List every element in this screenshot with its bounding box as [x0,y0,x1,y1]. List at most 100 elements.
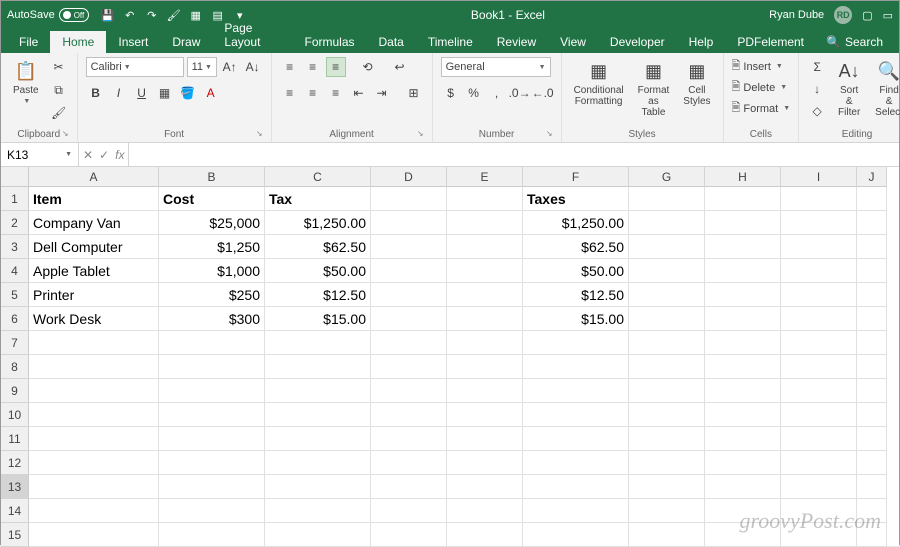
col-header[interactable]: C [265,167,371,187]
cell[interactable] [265,403,371,427]
cell[interactable] [447,475,523,499]
cell[interactable] [629,283,705,307]
cell[interactable] [447,355,523,379]
row-header[interactable]: 10 [1,403,29,427]
cell[interactable] [159,379,265,403]
cell[interactable] [447,211,523,235]
cell[interactable] [705,259,781,283]
fill-color-button[interactable]: 🪣 [178,83,198,103]
decrease-indent-button[interactable]: ⇤ [349,83,369,103]
cell[interactable] [371,307,447,331]
dialog-launcher-icon[interactable]: ↘ [256,129,263,138]
cell[interactable] [447,187,523,211]
italic-button[interactable]: I [109,83,129,103]
cell[interactable] [265,331,371,355]
cell[interactable] [857,259,887,283]
find-select-button[interactable]: 🔍Find & Select [871,57,900,120]
cell[interactable] [629,331,705,355]
cell[interactable] [159,475,265,499]
cell[interactable]: Dell Computer [29,235,159,259]
undo-icon[interactable]: ↶ [123,8,137,22]
cell[interactable] [265,379,371,403]
minimize-ribbon-icon[interactable]: ▭ [883,9,893,22]
font-color-button[interactable]: A [201,83,221,103]
cell[interactable] [371,331,447,355]
cell-styles-button[interactable]: ▦Cell Styles [679,57,714,109]
cell[interactable] [523,499,629,523]
cell[interactable] [29,475,159,499]
cell[interactable] [629,211,705,235]
cell[interactable] [371,259,447,283]
cell[interactable] [629,235,705,259]
row-header[interactable]: 8 [1,355,29,379]
cell[interactable] [447,235,523,259]
tab-home[interactable]: Home [50,31,106,53]
format-as-table-button[interactable]: ▦Format as Table [634,57,674,120]
border-button[interactable]: ▦ [155,83,175,103]
cell[interactable] [781,331,857,355]
align-bottom-button[interactable]: ≡ [326,57,346,77]
cell[interactable] [371,355,447,379]
tab-review[interactable]: Review [485,31,548,53]
cell[interactable] [705,427,781,451]
row-header[interactable]: 4 [1,259,29,283]
tab-developer[interactable]: Developer [598,31,677,53]
cell[interactable] [629,355,705,379]
cell[interactable] [523,427,629,451]
cell[interactable] [371,235,447,259]
cell[interactable] [857,283,887,307]
cell[interactable]: $25,000 [159,211,265,235]
increase-font-button[interactable]: A↑ [220,57,240,77]
cell[interactable] [705,331,781,355]
tab-data[interactable]: Data [367,31,416,53]
cell[interactable] [629,475,705,499]
cell[interactable]: Work Desk [29,307,159,331]
increase-indent-button[interactable]: ⇥ [372,83,392,103]
dialog-launcher-icon[interactable]: ↘ [62,129,69,138]
cell[interactable] [371,523,447,547]
delete-cells-button[interactable]: 🗎Delete▼ [732,78,788,97]
cell[interactable] [447,427,523,451]
cell[interactable] [857,331,887,355]
cell[interactable] [159,331,265,355]
cell[interactable] [857,235,887,259]
cell[interactable] [857,187,887,211]
cell[interactable] [629,499,705,523]
cell[interactable] [523,355,629,379]
cell[interactable] [781,379,857,403]
cell[interactable] [29,331,159,355]
cell[interactable] [629,187,705,211]
cell[interactable] [371,211,447,235]
cell[interactable]: $12.50 [265,283,371,307]
cell[interactable]: Printer [29,283,159,307]
cell[interactable] [705,355,781,379]
number-format-select[interactable]: General▼ [441,57,551,77]
ribbon-display-icon[interactable]: ▢ [862,9,872,22]
wrap-text-button[interactable]: ↩ [390,57,410,77]
cell[interactable] [159,523,265,547]
cell[interactable] [29,523,159,547]
cancel-formula-icon[interactable]: ✕ [83,148,93,162]
cell[interactable]: Company Van [29,211,159,235]
row-header[interactable]: 11 [1,427,29,451]
cell[interactable] [781,259,857,283]
conditional-formatting-button[interactable]: ▦Conditional Formatting [570,57,628,109]
cell[interactable] [629,451,705,475]
align-center-button[interactable]: ≡ [303,83,323,103]
cell[interactable] [265,427,371,451]
cell[interactable] [447,523,523,547]
cell[interactable] [781,475,857,499]
cell[interactable] [523,331,629,355]
align-left-button[interactable]: ≡ [280,83,300,103]
cell[interactable]: $15.00 [265,307,371,331]
cell[interactable]: Tax [265,187,371,211]
cell[interactable] [523,403,629,427]
select-all-corner[interactable] [1,167,29,187]
search-button[interactable]: 🔍 Search [816,31,893,53]
cell[interactable] [781,355,857,379]
align-middle-button[interactable]: ≡ [303,57,323,77]
row-header[interactable]: 7 [1,331,29,355]
cell[interactable] [523,475,629,499]
cell[interactable] [523,523,629,547]
cell[interactable] [629,403,705,427]
